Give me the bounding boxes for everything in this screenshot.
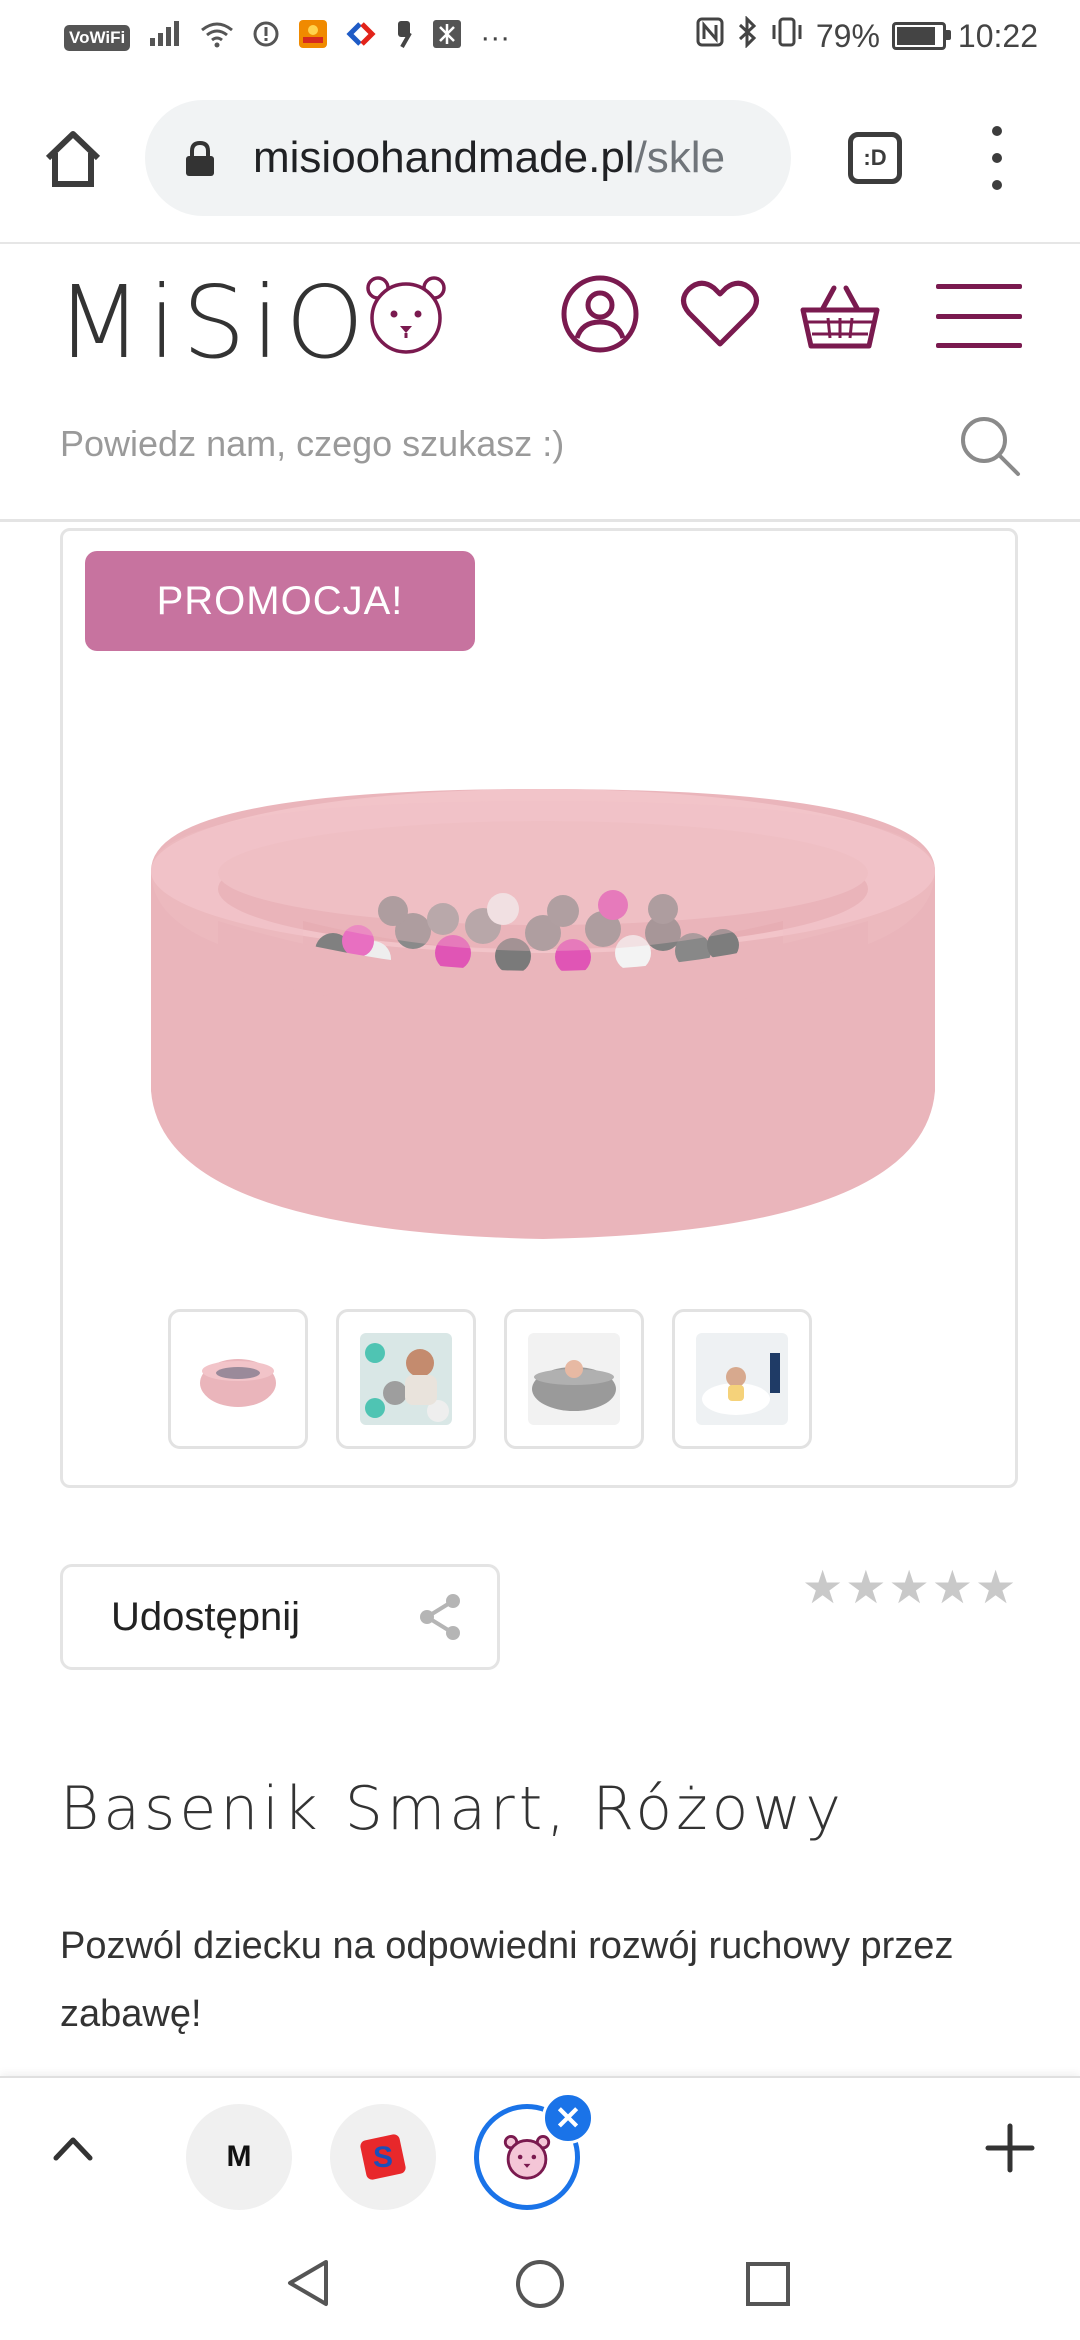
star-icon: ★ — [931, 1561, 973, 1613]
app-notification-icon — [432, 19, 462, 57]
site-header: MiSiO — [0, 244, 1080, 522]
battery-level — [896, 27, 935, 45]
browser-toolbar: misioohandmade.pl/skle :D — [0, 76, 1080, 244]
bluetooth-icon — [736, 15, 758, 56]
wifi-icon — [200, 20, 234, 56]
tab-switcher-button[interactable]: :D — [848, 132, 902, 184]
star-icon: ★ — [845, 1561, 887, 1613]
battery-icon — [891, 22, 951, 50]
tab-chip-1[interactable]: M — [186, 2104, 292, 2210]
product-gallery: PROMOCJA! — [60, 528, 1018, 1488]
alert-icon — [252, 20, 280, 56]
tab-favicon: S — [360, 2134, 406, 2180]
bear-favicon-icon — [503, 2135, 551, 2180]
thumbnail-4[interactable] — [672, 1309, 812, 1449]
nfc-icon — [696, 17, 724, 55]
bear-logo-icon[interactable] — [364, 272, 448, 356]
tab-strip: M S ✕ — [0, 2076, 1080, 2222]
home-icon — [45, 131, 101, 187]
quote-icon — [394, 19, 414, 57]
signal-icon — [148, 20, 182, 56]
clock: 10:22 — [957, 17, 1038, 54]
status-right-icons: 79% 10:22 — [696, 14, 1038, 58]
address-bar[interactable]: misioohandmade.pl/skle — [145, 100, 791, 216]
menu-dot-icon — [992, 180, 1002, 190]
star-icon: ★ — [802, 1561, 844, 1613]
menu-dot-icon — [992, 126, 1002, 136]
wishlist-heart-icon[interactable] — [680, 278, 760, 350]
status-bar: VoWiFi ··· 79% 10:22 — [0, 0, 1080, 76]
star-icon: ★ — [888, 1561, 930, 1613]
hamburger-line — [936, 284, 1022, 289]
chevron-up-icon[interactable] — [48, 2126, 98, 2170]
store-app-icon — [298, 19, 328, 57]
thumbnail-image — [528, 1333, 620, 1425]
vibrate-icon — [770, 17, 804, 55]
hamburger-menu-button[interactable] — [936, 284, 1022, 348]
browser-menu-button[interactable] — [982, 126, 1012, 190]
carrefour-icon — [346, 21, 376, 55]
promo-badge: PROMOCJA! — [85, 551, 475, 651]
basket-icon[interactable] — [800, 284, 880, 350]
thumbnail-image — [360, 1333, 452, 1425]
tab-chip-2[interactable]: S — [330, 2104, 436, 2210]
search-input[interactable] — [60, 404, 920, 484]
thumbnail-3[interactable] — [504, 1309, 644, 1449]
battery-percent: 79% — [815, 17, 880, 54]
thumbnail-image — [696, 1333, 788, 1425]
share-button[interactable]: Udostępnij — [60, 1564, 500, 1670]
hamburger-line — [936, 313, 1022, 319]
account-icon[interactable] — [560, 274, 640, 354]
star-icon: ★ — [975, 1561, 1017, 1613]
new-tab-plus-icon[interactable] — [980, 2118, 1040, 2178]
home-button[interactable] — [40, 126, 106, 192]
more-notifications-icon: ··· — [480, 21, 511, 54]
home-circle-icon[interactable] — [514, 2258, 566, 2310]
recents-icon[interactable] — [744, 2260, 792, 2308]
tab-favicon: M — [226, 2140, 252, 2173]
menu-dot-icon — [992, 153, 1002, 163]
share-icon — [420, 1594, 460, 1640]
product-image[interactable] — [143, 761, 943, 1321]
url-text[interactable]: misioohandmade.pl/skle — [253, 130, 773, 186]
thumbnail-1[interactable] — [168, 1309, 308, 1449]
tab-close-button[interactable]: ✕ — [542, 2092, 594, 2144]
thumbnail-2[interactable] — [336, 1309, 476, 1449]
url-host: misioohandmade.pl — [253, 133, 635, 182]
back-icon[interactable] — [284, 2258, 332, 2308]
url-path: /skle — [634, 133, 726, 182]
vowifi-indicator: VoWiFi — [64, 25, 131, 51]
share-label: Udostępnij — [111, 1595, 301, 1639]
tab-favicon-letter: S — [373, 2141, 393, 2174]
thumbnail-image — [192, 1333, 284, 1425]
search-icon[interactable] — [958, 414, 1022, 478]
hamburger-line — [936, 343, 1022, 348]
product-description: Pozwól dziecku na odpowiedni rozwój ruch… — [60, 1925, 954, 2035]
site-logo[interactable]: MiSiO — [56, 268, 370, 378]
product-title: Basenik Smart, Różowy — [60, 1774, 845, 1844]
status-left-icons: VoWiFi ··· — [64, 18, 510, 58]
system-navigation-bar — [0, 2222, 1080, 2340]
lock-icon — [186, 140, 214, 176]
rating-stars[interactable]: ★ ★ ★ ★ ★ — [802, 1560, 1017, 1613]
